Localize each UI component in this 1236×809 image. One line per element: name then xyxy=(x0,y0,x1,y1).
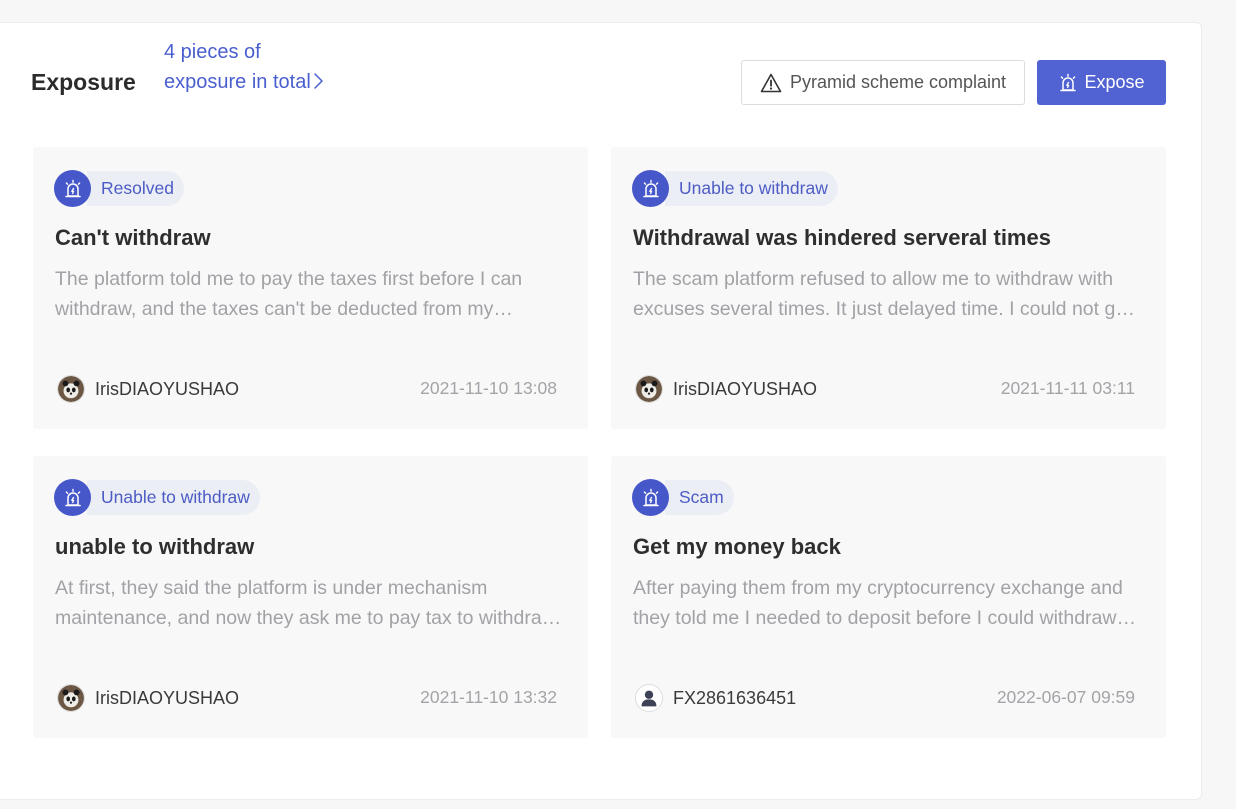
avatar xyxy=(635,375,663,403)
warning-triangle-icon xyxy=(760,73,782,92)
panda-avatar-icon xyxy=(636,376,662,402)
author-name: IrisDIAOYUSHAO xyxy=(673,378,818,399)
card-author: IrisDIAOYUSHAO xyxy=(635,375,817,403)
alarm-siren-icon xyxy=(54,479,91,516)
section-title: Exposure xyxy=(31,69,136,95)
card-author: IrisDIAOYUSHAO xyxy=(57,684,239,712)
expose-button[interactable]: Expose xyxy=(1037,60,1166,105)
exposure-card[interactable]: Unable to withdraw Withdrawal was hinder… xyxy=(611,147,1166,429)
exposure-panel: Exposure 4 pieces of exposure in total P… xyxy=(0,22,1202,800)
status-tag: Scam xyxy=(632,479,734,516)
expose-button-label: Expose xyxy=(1084,72,1145,92)
author-name: IrisDIAOYUSHAO xyxy=(95,687,240,708)
card-description: The scam platform refused to allow me to… xyxy=(633,268,1132,320)
card-author: FX2861636451 xyxy=(635,684,796,712)
card-title: Withdrawal was hindered serveral times xyxy=(633,225,1051,250)
exposure-count-link[interactable]: 4 pieces of exposure in total xyxy=(164,37,314,97)
status-tag-label: Unable to withdraw xyxy=(665,171,838,206)
default-user-avatar-icon xyxy=(636,685,662,711)
alarm-siren-icon xyxy=(1060,73,1077,91)
status-tag: Resolved xyxy=(54,170,184,207)
exposure-header: Exposure 4 pieces of exposure in total P… xyxy=(0,23,1201,141)
panda-avatar-icon xyxy=(58,685,84,711)
complaint-button-label: Pyramid scheme complaint xyxy=(789,72,1007,92)
exposure-card[interactable]: Unable to withdraw unable to withdraw At… xyxy=(33,456,588,738)
card-title: Get my money back xyxy=(633,534,841,559)
chevron-right-icon[interactable] xyxy=(308,71,328,91)
status-tag: Unable to withdraw xyxy=(54,479,260,516)
pyramid-scheme-complaint-button[interactable]: Pyramid scheme complaint xyxy=(741,60,1025,105)
author-name: IrisDIAOYUSHAO xyxy=(95,378,240,399)
avatar xyxy=(635,684,663,712)
card-title: unable to withdraw xyxy=(55,534,255,559)
card-description: After paying them from my cryptocurrency… xyxy=(633,577,1123,629)
card-author: IrisDIAOYUSHAO xyxy=(57,375,239,403)
card-title: Can't withdraw xyxy=(55,225,211,250)
panda-avatar-icon xyxy=(58,376,84,402)
status-tag-label: Unable to withdraw xyxy=(87,480,260,515)
avatar xyxy=(57,684,85,712)
exposure-card[interactable]: Resolved Can't withdraw The platform tol… xyxy=(33,147,588,429)
status-tag: Unable to withdraw xyxy=(632,170,838,207)
alarm-siren-icon xyxy=(632,170,669,207)
author-name: FX2861636451 xyxy=(673,687,797,708)
card-description: The platform told me to pay the taxes fi… xyxy=(55,268,523,320)
card-description: At first, they said the platform is unde… xyxy=(55,577,556,629)
post-timestamp: 2022-06-07 09:59 xyxy=(996,687,1135,707)
post-timestamp: 2021-11-11 03:11 xyxy=(1000,378,1135,398)
alarm-siren-icon xyxy=(632,479,669,516)
avatar xyxy=(57,375,85,403)
status-tag-label: Scam xyxy=(665,480,734,515)
status-tag-label: Resolved xyxy=(87,171,184,206)
exposure-card[interactable]: Scam Get my money back After paying them… xyxy=(611,456,1166,738)
post-timestamp: 2021-11-10 13:32 xyxy=(420,687,557,707)
post-timestamp: 2021-11-10 13:08 xyxy=(420,378,557,398)
alarm-siren-icon xyxy=(54,170,91,207)
